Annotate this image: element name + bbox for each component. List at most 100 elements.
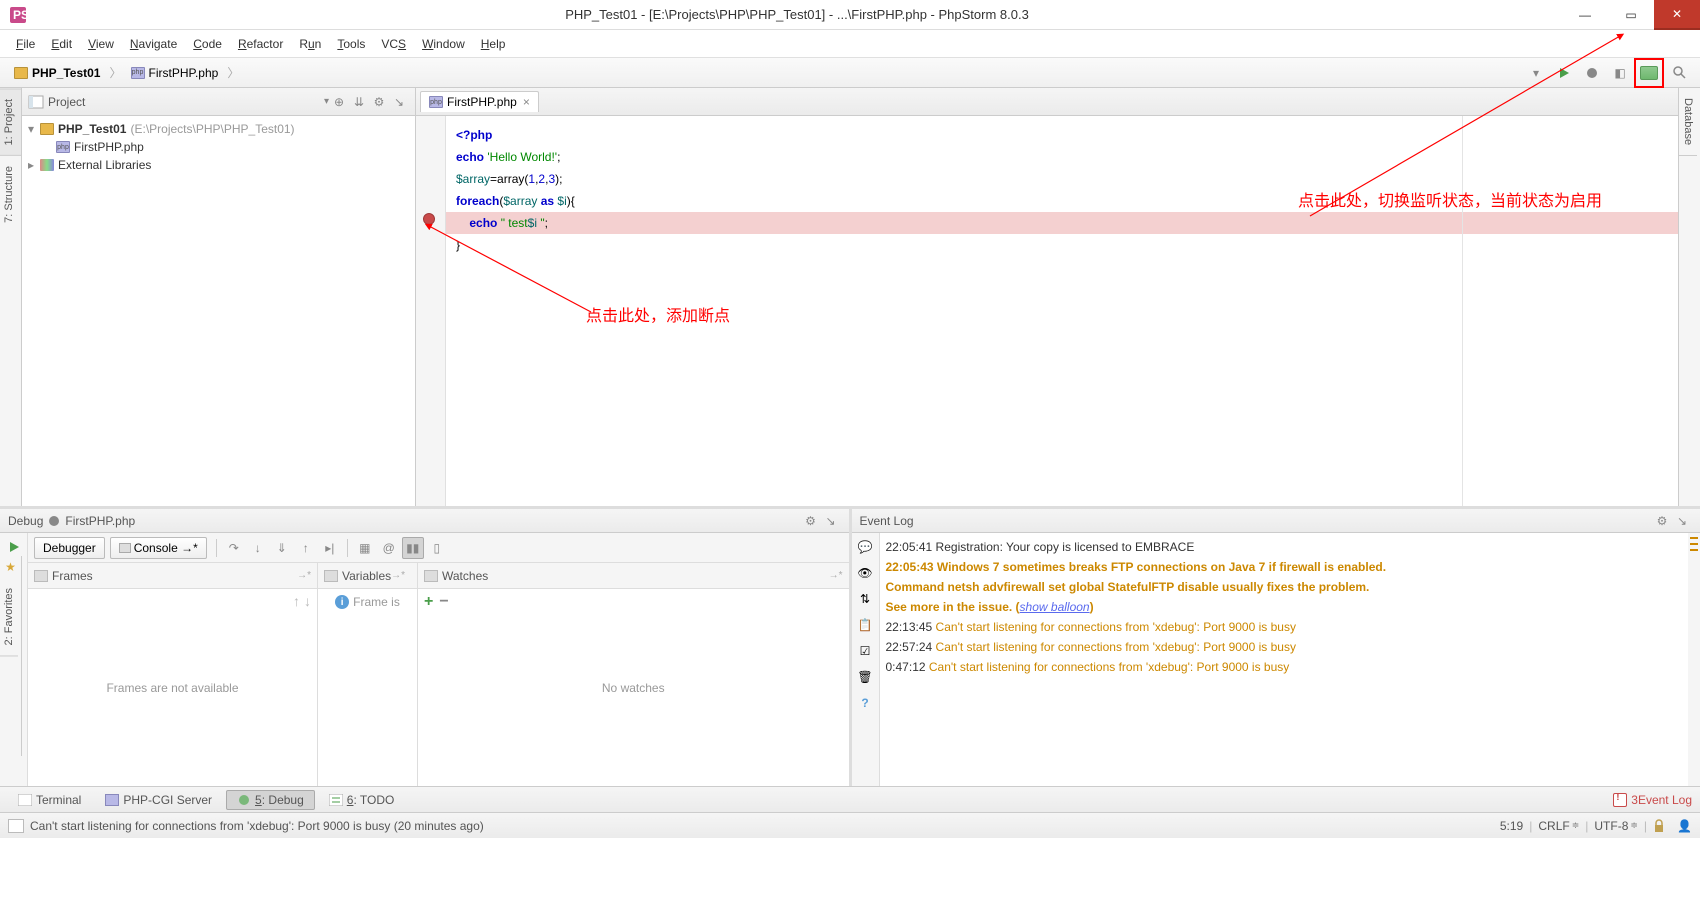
code-token: foreach <box>456 194 499 208</box>
tree-root[interactable]: ▾ PHP_Test01 (E:\Projects\PHP\PHP_Test01… <box>22 120 415 138</box>
menu-run[interactable]: Run <box>291 34 329 54</box>
menu-help[interactable]: Help <box>473 34 514 54</box>
resume-button[interactable] <box>4 537 24 557</box>
sidebar-tab-database[interactable]: Database <box>1679 88 1697 156</box>
folder-icon <box>40 123 54 135</box>
close-tab-icon[interactable]: × <box>523 95 530 109</box>
hide-panel-icon[interactable]: ↘ <box>389 92 409 112</box>
hector-icon[interactable]: 👤 <box>1677 819 1692 833</box>
frame-down-icon[interactable]: ↓ <box>304 593 311 609</box>
add-watch-icon[interactable]: + <box>424 593 433 611</box>
force-step-into-button[interactable]: ⇓ <box>271 537 293 559</box>
sidebar-tab-project[interactable]: 1: Project <box>0 88 21 155</box>
collapse-all-icon[interactable]: ⇊ <box>349 92 369 112</box>
checkbox-icon[interactable]: ☑ <box>855 641 875 661</box>
toolwin-terminal[interactable]: Terminal <box>8 791 91 809</box>
file-encoding[interactable]: UTF-8 <box>1594 819 1628 833</box>
frame-up-icon[interactable]: ↑ <box>293 593 300 609</box>
folder-icon <box>14 67 28 79</box>
editor-tab-firstphp[interactable]: php FirstPHP.php × <box>420 91 539 112</box>
menu-edit[interactable]: Edit <box>43 34 80 54</box>
toolwin-label: PHP-CGI Server <box>123 793 212 807</box>
menu-view[interactable]: View <box>80 34 122 54</box>
gear-icon[interactable]: ⚙ <box>369 92 389 112</box>
restore-layout-button[interactable]: ▯ <box>426 537 448 559</box>
pin-icon[interactable]: →* <box>829 570 843 581</box>
menu-file[interactable]: File <box>8 34 43 54</box>
toolwin-debug[interactable]: 5: Debug <box>226 790 315 810</box>
log-link[interactable]: show balloon <box>1020 600 1090 614</box>
gear-icon[interactable]: ⚙ <box>801 511 821 531</box>
caret-position[interactable]: 5:19 <box>1500 819 1523 833</box>
toolwin-phpcgi[interactable]: PHP-CGI Server <box>95 791 222 809</box>
log-msg: Windows 7 sometimes breaks FTP connectio… <box>934 560 1386 574</box>
debug-button[interactable] <box>1580 61 1604 85</box>
editor-body[interactable]: <?php echo 'Hello World!'; $array=array(… <box>416 116 1678 506</box>
eventlog-content[interactable]: 22:05:41 Registration: Your copy is lice… <box>880 533 1689 786</box>
line-separator[interactable]: CRLF <box>1538 819 1569 833</box>
pin-icon[interactable]: →* <box>391 570 405 581</box>
menu-window[interactable]: Window <box>414 34 473 54</box>
layout-button[interactable]: ▮▮ <box>402 537 424 559</box>
close-button[interactable]: ✕ <box>1654 0 1700 30</box>
log-ts: 22:13:45 <box>886 620 933 634</box>
frames-empty-label: Frames are not available <box>106 681 238 695</box>
debugger-tab[interactable]: Debugger <box>34 537 105 559</box>
step-into-button[interactable]: ↓ <box>247 537 269 559</box>
step-over-button[interactable]: ↷ <box>223 537 245 559</box>
listen-debug-button[interactable] <box>1634 58 1664 88</box>
tree-external-libs[interactable]: ▸ External Libraries <box>22 156 415 174</box>
breakpoint-marker[interactable] <box>423 213 435 225</box>
log-msg: Can't start listening for connections fr… <box>932 640 1296 654</box>
watch-button[interactable]: @ <box>378 537 400 559</box>
run-button[interactable] <box>1552 61 1576 85</box>
toolwin-eventlog[interactable]: 3 Event Log <box>1613 793 1692 807</box>
breadcrumb-root[interactable]: PHP_Test01 <box>8 64 106 82</box>
evaluate-button[interactable]: ▦ <box>354 537 376 559</box>
pin-icon[interactable]: →* <box>297 570 311 581</box>
copy-icon[interactable]: 📋 <box>855 615 875 635</box>
code-token: 'Hello World!' <box>487 150 557 164</box>
toolwin-todo[interactable]: 6: TODO <box>319 791 405 809</box>
trash-icon[interactable]: 🗑 <box>855 667 875 687</box>
expand-arrow-icon[interactable]: ▾ <box>28 122 40 136</box>
debug-panel: Debug FirstPHP.php ⚙ ↘ ⚙ 📌 ✕ Debugger <box>0 509 852 786</box>
tree-file-firstphp[interactable]: php FirstPHP.php <box>22 138 415 156</box>
hide-panel-icon[interactable]: ↘ <box>821 511 841 531</box>
lock-icon[interactable] <box>1653 819 1665 833</box>
statusbar-icon[interactable] <box>8 819 24 833</box>
code-token: as <box>537 194 557 208</box>
expand-arrow-icon[interactable]: ▸ <box>28 158 40 172</box>
run-config-dropdown[interactable]: ▾ <box>1524 61 1548 85</box>
maximize-button[interactable]: ▭ <box>1608 0 1654 30</box>
mark-read-icon[interactable]: 👁 <box>855 563 875 583</box>
coverage-button[interactable]: ◧ <box>1608 61 1632 85</box>
console-tab[interactable]: Console →* <box>110 537 207 559</box>
breadcrumb-file[interactable]: php FirstPHP.php <box>125 64 225 82</box>
search-everywhere-button[interactable] <box>1668 61 1692 85</box>
help-icon[interactable]: ? <box>855 693 875 713</box>
minimize-button[interactable]: — <box>1562 0 1608 30</box>
menu-refactor[interactable]: Refactor <box>230 34 291 54</box>
filter-icon[interactable]: ⇅ <box>855 589 875 609</box>
scroll-from-source-icon[interactable]: ⊕ <box>329 92 349 112</box>
log-msg: ) <box>1090 600 1094 614</box>
gear-icon[interactable]: ⚙ <box>1652 511 1672 531</box>
titlebar: PS PHP_Test01 - [E:\Projects\PHP\PHP_Tes… <box>0 0 1700 30</box>
run-to-cursor-button[interactable]: ▸| <box>319 537 341 559</box>
sidebar-tab-favorites[interactable]: 2: Favorites <box>0 578 18 656</box>
menu-code[interactable]: Code <box>185 34 230 54</box>
menu-navigate[interactable]: Navigate <box>122 34 185 54</box>
step-out-button[interactable]: ↑ <box>295 537 317 559</box>
balloon-icon[interactable]: 💬 <box>855 537 875 557</box>
editor-gutter[interactable] <box>416 116 446 506</box>
sidebar-tab-structure[interactable]: 7: Structure <box>0 155 21 233</box>
project-panel: Project ▾ ⊕ ⇊ ⚙ ↘ ▾ PHP_Test01 (E:\Proje… <box>22 88 416 506</box>
menu-vcs[interactable]: VCS <box>373 34 414 54</box>
code-area[interactable]: <?php echo 'Hello World!'; $array=array(… <box>446 116 1678 506</box>
menu-tools[interactable]: Tools <box>329 34 373 54</box>
window-title: PHP_Test01 - [E:\Projects\PHP\PHP_Test01… <box>32 7 1562 22</box>
hide-panel-icon[interactable]: ↘ <box>1672 511 1692 531</box>
variables-header: Variables→* <box>318 563 417 589</box>
remove-watch-icon[interactable]: − <box>439 593 448 611</box>
